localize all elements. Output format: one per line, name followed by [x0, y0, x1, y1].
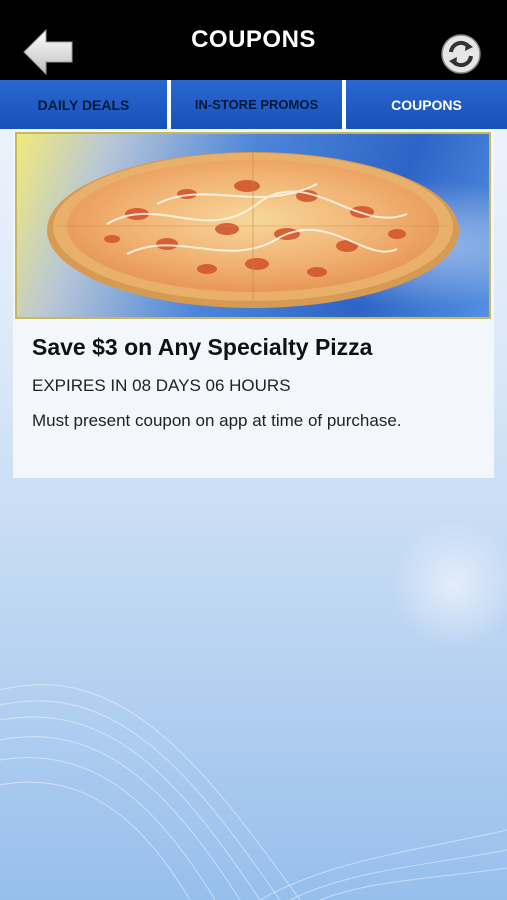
back-button[interactable] — [22, 28, 76, 78]
refresh-button[interactable] — [440, 33, 482, 75]
background-glow — [390, 520, 507, 650]
tab-daily-deals[interactable]: DAILY DEALS — [0, 80, 167, 129]
tab-bar: DAILY DEALS IN-STORE PROMOS COUPONS — [0, 80, 507, 129]
tab-coupons[interactable]: COUPONS — [346, 80, 507, 129]
app-header: COUPONS — [0, 0, 507, 80]
coupon-card[interactable]: Save $3 on Any Specialty Pizza EXPIRES I… — [13, 129, 494, 478]
refresh-icon — [441, 34, 481, 74]
coupon-title: Save $3 on Any Specialty Pizza — [32, 334, 373, 360]
coupon-description: Must present coupon on app at time of pu… — [32, 411, 402, 430]
pizza-image — [15, 132, 491, 319]
back-arrow-icon — [23, 28, 73, 76]
page-title: COUPONS — [191, 26, 316, 53]
tab-in-store-promos[interactable]: IN-STORE PROMOS — [171, 80, 342, 129]
coupon-expiry: EXPIRES IN 08 DAYS 06 HOURS — [32, 376, 291, 395]
